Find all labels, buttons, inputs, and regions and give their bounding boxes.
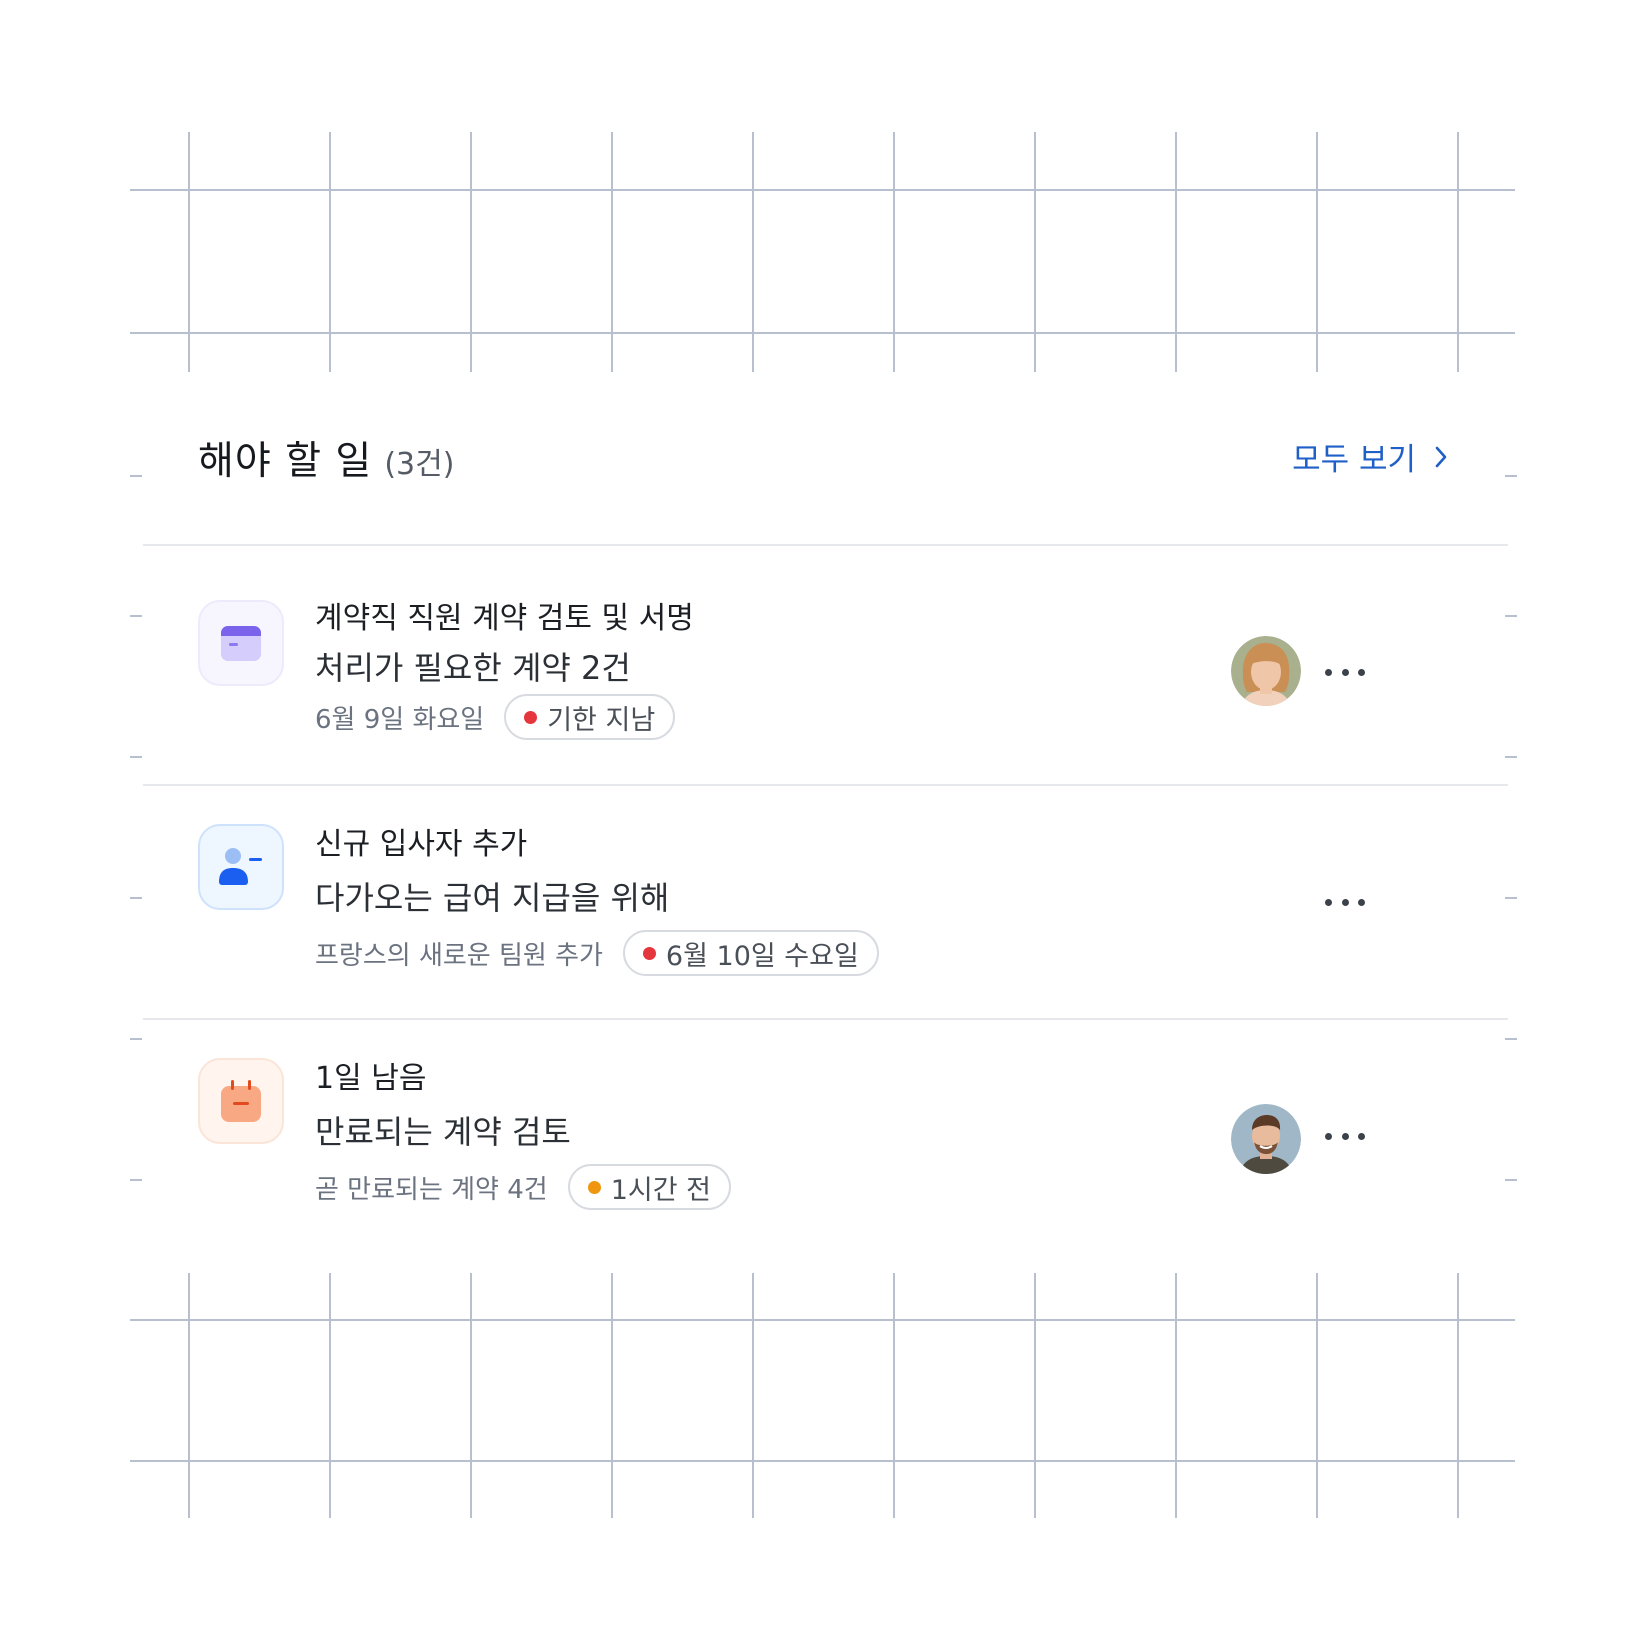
status-badge: 6월 10일 수요일 [622,930,879,976]
task-meta: 프랑스의 새로운 팀원 추가 [315,940,603,971]
status-badge-label: 기한 지남 [547,704,656,736]
task-title: 신규 입사자 추가 [315,827,528,862]
task-count: (3건) [384,447,455,482]
more-options-button[interactable] [1325,662,1365,682]
task-icon-tile [198,824,284,910]
task-title: 1일 남음 [315,1061,427,1096]
assignee-avatar[interactable] [1231,636,1301,706]
view-all-label: 모두 보기 [1292,442,1416,478]
more-options-button[interactable] [1325,892,1365,912]
section-title: 해야 할 일 [198,439,373,484]
contract-card-icon [221,626,261,661]
task-subtitle: 처리가 필요한 계약 2건 [315,649,631,687]
task-meta: 6월 9일 화요일 [315,704,485,735]
task-icon-tile [198,600,284,686]
task-divider [143,1018,1508,1020]
task-subtitle: 다가오는 급여 지급을 위해 [315,879,670,917]
status-dot [642,946,656,960]
task-item[interactable]: 1일 남음 만료되는 계약 검토 곧 만료되는 계약 4건 1시간 전 [143,1056,1508,1236]
task-divider [143,784,1508,786]
decorative-grid-bottom [0,1268,1640,1528]
task-item[interactable]: 신규 입사자 추가 다가오는 급여 지급을 위해 프랑스의 새로운 팀원 추가 … [143,822,1508,1002]
task-subtitle: 만료되는 계약 검토 [315,1113,571,1151]
status-badge-label: 6월 10일 수요일 [665,940,859,972]
assignee-avatar[interactable] [1231,1104,1301,1174]
header-divider [143,544,1508,546]
status-badge-label: 1시간 전 [610,1174,711,1206]
task-icon-tile [198,1058,284,1144]
task-item[interactable]: 계약직 직원 계약 검토 및 서명 처리가 필요한 계약 2건 6월 9일 화요… [143,598,1508,778]
status-badge: 기한 지남 [504,694,676,740]
task-title: 계약직 직원 계약 검토 및 서명 [315,601,694,636]
more-options-button[interactable] [1325,1126,1365,1146]
task-meta: 곧 만료되는 계약 4건 [315,1174,548,1205]
status-badge: 1시간 전 [567,1164,731,1210]
chevron-right-icon [1435,446,1447,467]
decorative-grid-top [0,120,1640,380]
calendar-icon [221,1080,261,1122]
section-header: 해야 할 일 (3건) [198,430,454,486]
status-dot [524,710,538,724]
status-dot [587,1180,601,1194]
add-person-icon [219,848,262,885]
view-all-link[interactable]: 모두 보기 [1292,434,1448,479]
